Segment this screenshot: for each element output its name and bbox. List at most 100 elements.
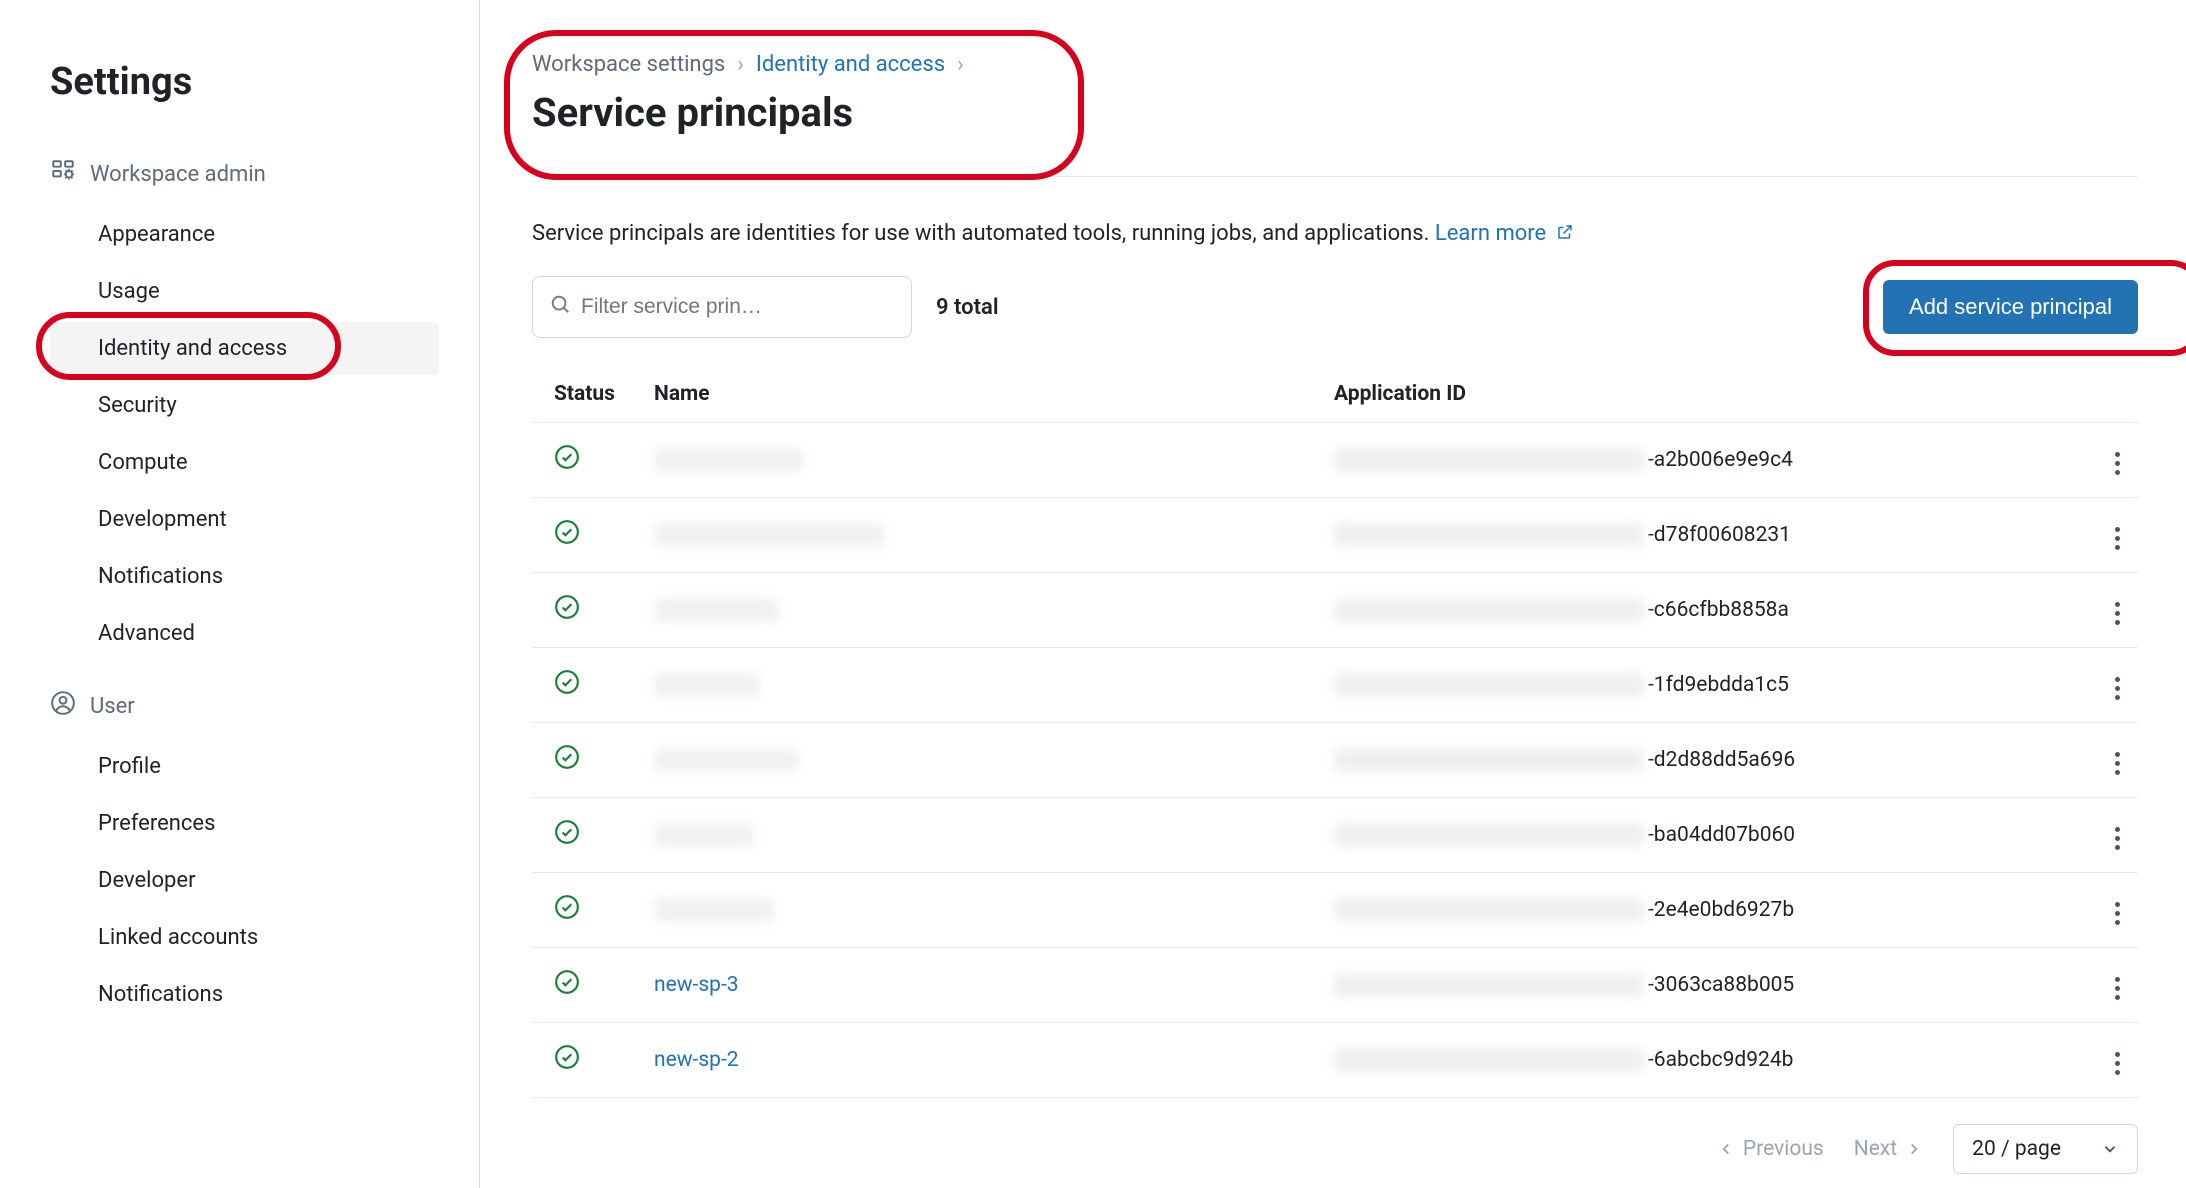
sidebar-item-notifications[interactable]: Notifications bbox=[50, 550, 439, 603]
sidebar-item-preferences[interactable]: Preferences bbox=[50, 797, 439, 850]
service-principal-name-link[interactable]: new-sp-3 bbox=[654, 973, 739, 997]
status-ok-icon bbox=[554, 527, 580, 551]
column-header-name[interactable]: Name bbox=[642, 366, 1322, 423]
row-actions-menu[interactable] bbox=[2109, 971, 2126, 1006]
service-principals-table: Status Name Application ID -a2b006e9e9c4… bbox=[532, 366, 2138, 1098]
application-id-cell: -d78f00608231 bbox=[1322, 498, 2078, 573]
application-id-suffix: -2e4e0bd6927b bbox=[1648, 898, 1794, 922]
table-row: -1fd9ebdda1c5 bbox=[532, 648, 2138, 723]
add-service-principal-button[interactable]: Add service principal bbox=[1883, 280, 2138, 334]
service-principal-name-link[interactable]: new-sp-2 bbox=[654, 1048, 739, 1072]
status-cell bbox=[532, 1023, 642, 1098]
search-icon bbox=[549, 293, 571, 321]
name-cell[interactable]: new-sp-3 bbox=[642, 948, 1322, 1023]
status-cell bbox=[532, 798, 642, 873]
redacted-prefix bbox=[1334, 448, 1644, 472]
filter-input[interactable] bbox=[581, 295, 895, 319]
row-actions-menu[interactable] bbox=[2109, 896, 2126, 931]
page-title: Service principals bbox=[532, 89, 964, 136]
sidebar-item-development[interactable]: Development bbox=[50, 493, 439, 546]
settings-sidebar: Settings Workspace admin Appearance Usag… bbox=[0, 0, 480, 1188]
breadcrumb: Workspace settings › Identity and access… bbox=[532, 52, 964, 77]
breadcrumb-parent[interactable]: Workspace settings bbox=[532, 52, 725, 77]
row-actions-menu[interactable] bbox=[2109, 521, 2126, 556]
toolbar: 9 total Add service principal bbox=[532, 276, 2138, 338]
application-id-suffix: -ba04dd07b060 bbox=[1648, 823, 1795, 847]
status-ok-icon bbox=[554, 752, 580, 776]
application-id-cell: -1fd9ebdda1c5 bbox=[1322, 648, 2078, 723]
actions-cell bbox=[2078, 573, 2138, 648]
row-actions-menu[interactable] bbox=[2109, 671, 2126, 706]
sidebar-item-identity-and-access[interactable]: Identity and access bbox=[50, 322, 439, 375]
row-actions-menu[interactable] bbox=[2109, 746, 2126, 781]
redacted-prefix bbox=[1334, 523, 1644, 547]
application-id-cell: -ba04dd07b060 bbox=[1322, 798, 2078, 873]
intro-text: Service principals are identities for us… bbox=[532, 221, 2138, 246]
name-cell[interactable] bbox=[642, 573, 1322, 648]
learn-more-link[interactable]: Learn more bbox=[1435, 221, 1574, 246]
table-row: new-sp-3 -3063ca88b005 bbox=[532, 948, 2138, 1023]
previous-button[interactable]: Previous bbox=[1717, 1137, 1824, 1161]
redacted-prefix bbox=[1334, 673, 1644, 697]
status-ok-icon bbox=[554, 977, 580, 1001]
page-size-select[interactable]: 20 / page bbox=[1953, 1124, 2138, 1174]
row-actions-menu[interactable] bbox=[2109, 821, 2126, 856]
table-row: -c66cfbb8858a bbox=[532, 573, 2138, 648]
status-ok-icon bbox=[554, 902, 580, 926]
application-id-cell: -d2d88dd5a696 bbox=[1322, 723, 2078, 798]
nav-group-label: Workspace admin bbox=[90, 162, 266, 187]
redacted-prefix bbox=[1334, 598, 1644, 622]
application-id-cell: -2e4e0bd6927b bbox=[1322, 873, 2078, 948]
actions-cell bbox=[2078, 423, 2138, 498]
name-cell[interactable] bbox=[642, 498, 1322, 573]
name-cell[interactable] bbox=[642, 873, 1322, 948]
status-cell bbox=[532, 498, 642, 573]
sidebar-item-notifications-user[interactable]: Notifications bbox=[50, 968, 439, 1021]
sidebar-title: Settings bbox=[50, 60, 439, 104]
table-row: -d78f00608231 bbox=[532, 498, 2138, 573]
breadcrumb-section[interactable]: Identity and access bbox=[756, 52, 945, 77]
application-id-suffix: -1fd9ebdda1c5 bbox=[1648, 673, 1789, 697]
sidebar-item-advanced[interactable]: Advanced bbox=[50, 607, 439, 660]
row-actions-menu[interactable] bbox=[2109, 446, 2126, 481]
status-ok-icon bbox=[554, 452, 580, 476]
chevron-right-icon: › bbox=[957, 52, 964, 77]
main-content: Workspace settings › Identity and access… bbox=[480, 0, 2186, 1188]
table-row: -d2d88dd5a696 bbox=[532, 723, 2138, 798]
row-actions-menu[interactable] bbox=[2109, 596, 2126, 631]
application-id-suffix: -d78f00608231 bbox=[1648, 523, 1791, 547]
sidebar-item-profile[interactable]: Profile bbox=[50, 740, 439, 793]
sidebar-item-security[interactable]: Security bbox=[50, 379, 439, 432]
column-header-status[interactable]: Status bbox=[532, 366, 642, 423]
application-id-cell: -3063ca88b005 bbox=[1322, 948, 2078, 1023]
filter-input-wrapper[interactable] bbox=[532, 276, 912, 338]
sidebar-item-usage[interactable]: Usage bbox=[50, 265, 439, 318]
actions-cell bbox=[2078, 498, 2138, 573]
application-id-suffix: -a2b006e9e9c4 bbox=[1648, 448, 1793, 472]
status-cell bbox=[532, 873, 642, 948]
sidebar-item-linked-accounts[interactable]: Linked accounts bbox=[50, 911, 439, 964]
sidebar-item-developer[interactable]: Developer bbox=[50, 854, 439, 907]
column-header-application-id[interactable]: Application ID bbox=[1322, 366, 2078, 423]
name-cell[interactable] bbox=[642, 648, 1322, 723]
name-cell[interactable] bbox=[642, 423, 1322, 498]
application-id-cell: -c66cfbb8858a bbox=[1322, 573, 2078, 648]
sidebar-item-compute[interactable]: Compute bbox=[50, 436, 439, 489]
next-button[interactable]: Next bbox=[1854, 1137, 1923, 1161]
name-cell[interactable]: new-sp-2 bbox=[642, 1023, 1322, 1098]
status-cell bbox=[532, 948, 642, 1023]
nav-group-workspace-admin: Workspace admin bbox=[50, 158, 439, 190]
actions-cell bbox=[2078, 798, 2138, 873]
name-cell[interactable] bbox=[642, 798, 1322, 873]
table-row: -a2b006e9e9c4 bbox=[532, 423, 2138, 498]
row-actions-menu[interactable] bbox=[2109, 1046, 2126, 1081]
chevron-right-icon: › bbox=[737, 52, 744, 77]
redacted-prefix bbox=[1334, 1048, 1644, 1072]
name-cell[interactable] bbox=[642, 723, 1322, 798]
table-row: -ba04dd07b060 bbox=[532, 798, 2138, 873]
redacted-prefix bbox=[1334, 748, 1644, 772]
status-ok-icon bbox=[554, 677, 580, 701]
actions-cell bbox=[2078, 948, 2138, 1023]
application-id-suffix: -6abcbc9d924b bbox=[1648, 1048, 1793, 1072]
sidebar-item-appearance[interactable]: Appearance bbox=[50, 208, 439, 261]
